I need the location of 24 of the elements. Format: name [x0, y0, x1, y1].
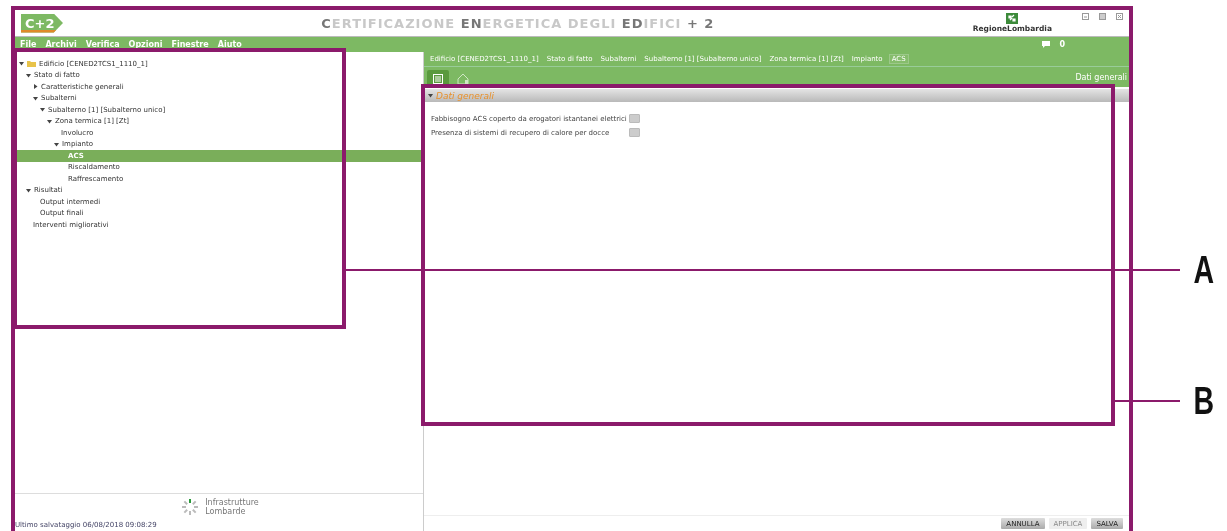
expanded-arrow-icon[interactable] — [428, 93, 433, 98]
folder-icon — [27, 60, 36, 68]
expanded-arrow-icon[interactable] — [26, 72, 31, 78]
logo-text: Infrastrutture — [205, 498, 259, 507]
checkbox[interactable] — [629, 114, 640, 123]
house-icon — [456, 72, 470, 85]
minimize-icon[interactable] — [1082, 13, 1089, 20]
message-count: 0 — [1059, 40, 1065, 49]
form-icon — [432, 72, 444, 85]
collapsed-arrow-icon[interactable] — [33, 84, 38, 90]
callout-label: B — [1193, 382, 1214, 420]
expanded-arrow-icon[interactable] — [54, 141, 59, 147]
region-logo-icon — [1006, 13, 1019, 24]
expanded-arrow-icon[interactable] — [33, 95, 38, 101]
expanded-arrow-icon[interactable] — [26, 187, 31, 193]
app-logo: C+2 — [21, 13, 63, 33]
logo-text: Lombarde — [205, 507, 247, 516]
close-icon[interactable] — [1116, 13, 1123, 20]
tab-caption: Dati generali — [1075, 73, 1127, 82]
expanded-arrow-icon[interactable] — [47, 118, 52, 124]
expanded-arrow-icon[interactable] — [40, 107, 45, 113]
callout-label: A — [1193, 251, 1214, 289]
checkbox[interactable] — [629, 128, 640, 137]
expanded-arrow-icon[interactable] — [19, 61, 24, 67]
